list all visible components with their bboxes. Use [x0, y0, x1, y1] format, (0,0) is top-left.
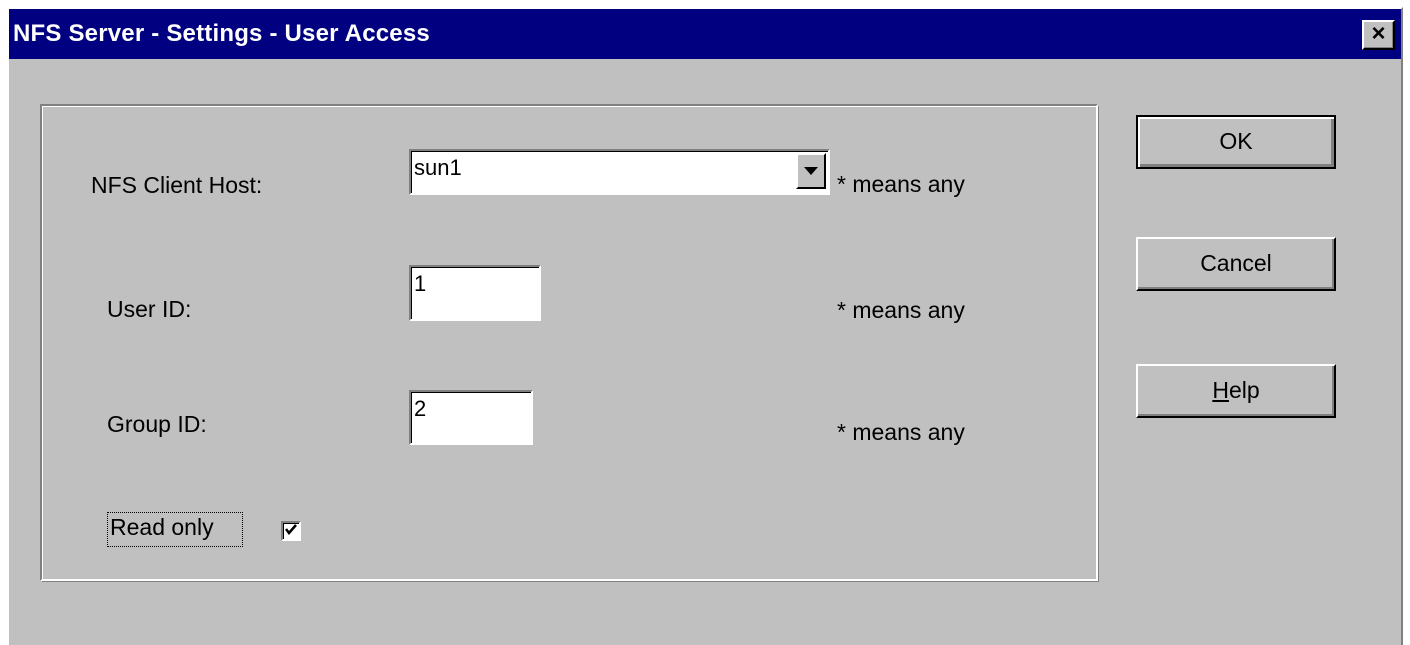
nfs-client-host-value: sun1: [414, 155, 462, 180]
group-id-input[interactable]: 2: [409, 390, 533, 445]
help-label-rest: elp: [1228, 377, 1260, 403]
checkmark-icon: [285, 524, 297, 535]
help-button[interactable]: Help: [1136, 364, 1336, 418]
group-id-value: 2: [414, 396, 427, 421]
ok-button[interactable]: OK: [1136, 115, 1336, 169]
group-id-label: Group ID:: [107, 411, 207, 437]
window-title: NFS Server - Settings - User Access: [13, 20, 430, 47]
dropdown-button[interactable]: [796, 153, 826, 189]
help-accelerator-char: H: [1212, 377, 1229, 403]
user-id-value: 1: [414, 271, 427, 296]
close-x-icon: ×: [1371, 20, 1386, 47]
read-only-checkbox[interactable]: [281, 521, 301, 541]
close-button[interactable]: ×: [1362, 20, 1395, 50]
group-id-hint-text: * means any: [837, 419, 965, 445]
read-only-label[interactable]: Read only: [110, 514, 214, 541]
user-id-label: User ID:: [107, 296, 192, 322]
chevron-down-icon: [804, 167, 818, 175]
user-id-input[interactable]: 1: [409, 265, 541, 321]
cancel-button[interactable]: Cancel: [1136, 237, 1336, 291]
title-bar[interactable]: NFS Server - Settings - User Access ×: [9, 9, 1401, 59]
nfs-client-host-combobox[interactable]: sun1: [409, 149, 830, 195]
user-id-hint-text: * means any: [837, 297, 965, 323]
host-hint-text: * means any: [837, 171, 965, 197]
nfs-client-host-label: NFS Client Host:: [91, 172, 263, 198]
dialog-window: NFS Server - Settings - User Access × NF…: [7, 7, 1403, 645]
